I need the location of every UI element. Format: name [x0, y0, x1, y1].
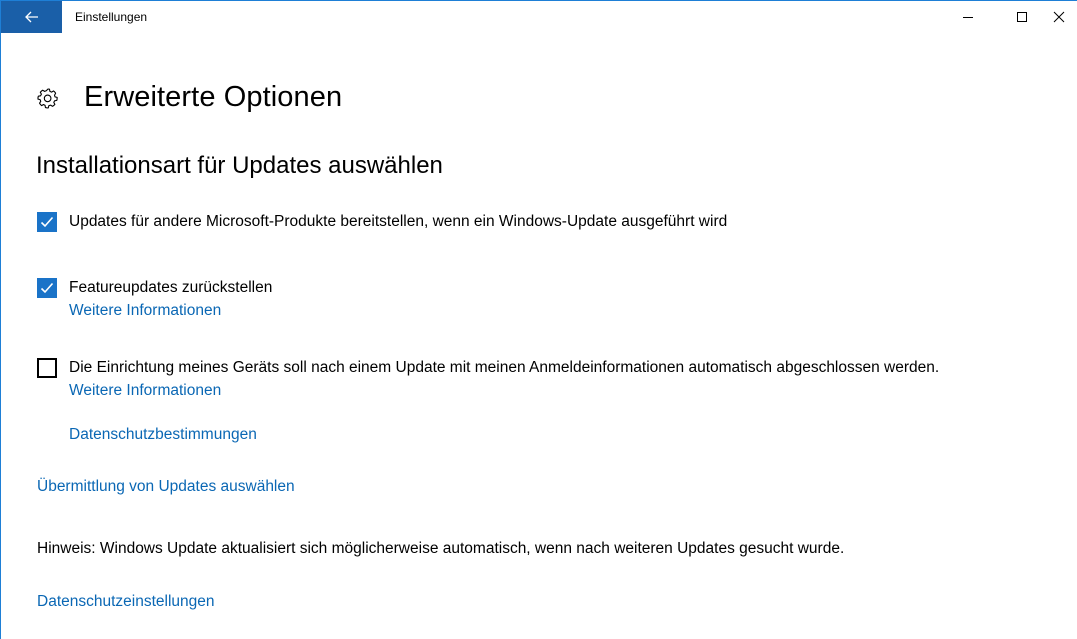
arrow-left-icon	[24, 11, 38, 23]
section-title: Installationsart für Updates auswählen	[36, 152, 443, 179]
checkbox-other-products[interactable]	[37, 212, 57, 232]
checkbox-defer-features[interactable]	[37, 278, 57, 298]
option-other-products[interactable]: Updates für andere Microsoft-Produkte be…	[37, 212, 727, 232]
option-auto-signin[interactable]: Die Einrichtung meines Geräts soll nach …	[37, 358, 939, 378]
minimize-icon	[963, 17, 973, 18]
option-label: Die Einrichtung meines Geräts soll nach …	[69, 359, 940, 376]
close-button[interactable]	[1053, 1, 1077, 33]
delivery-optimization-link[interactable]: Übermittlung von Updates auswählen	[37, 478, 295, 496]
more-info-link-defer[interactable]: Weitere Informationen	[69, 302, 221, 320]
checkmark-icon	[40, 216, 54, 228]
settings-window: Einstellungen Erweiterte Optionen Instal…	[0, 0, 1077, 639]
checkmark-icon	[40, 282, 54, 294]
gear-icon	[37, 87, 58, 108]
option-label: Updates für andere Microsoft-Produkte be…	[69, 213, 728, 230]
back-button[interactable]	[1, 1, 62, 33]
title-bar: Einstellungen	[1, 1, 1077, 33]
maximize-button[interactable]	[999, 1, 1045, 33]
maximize-icon	[1017, 12, 1027, 22]
window-title: Einstellungen	[75, 10, 148, 24]
privacy-settings-link[interactable]: Datenschutzeinstellungen	[37, 593, 215, 611]
checkbox-auto-signin[interactable]	[37, 358, 57, 378]
option-defer-features[interactable]: Featureupdates zurückstellen	[37, 278, 272, 298]
option-label: Featureupdates zurückstellen	[69, 279, 273, 296]
privacy-statement-link[interactable]: Datenschutzbestimmungen	[69, 426, 257, 444]
page-title: Erweiterte Optionen	[84, 81, 343, 113]
update-note: Hinweis: Windows Update aktualisiert sic…	[37, 540, 845, 557]
more-info-link-signin[interactable]: Weitere Informationen	[69, 382, 221, 400]
close-icon	[1053, 11, 1065, 23]
minimize-button[interactable]	[945, 1, 991, 33]
page-header: Erweiterte Optionen	[37, 81, 342, 114]
